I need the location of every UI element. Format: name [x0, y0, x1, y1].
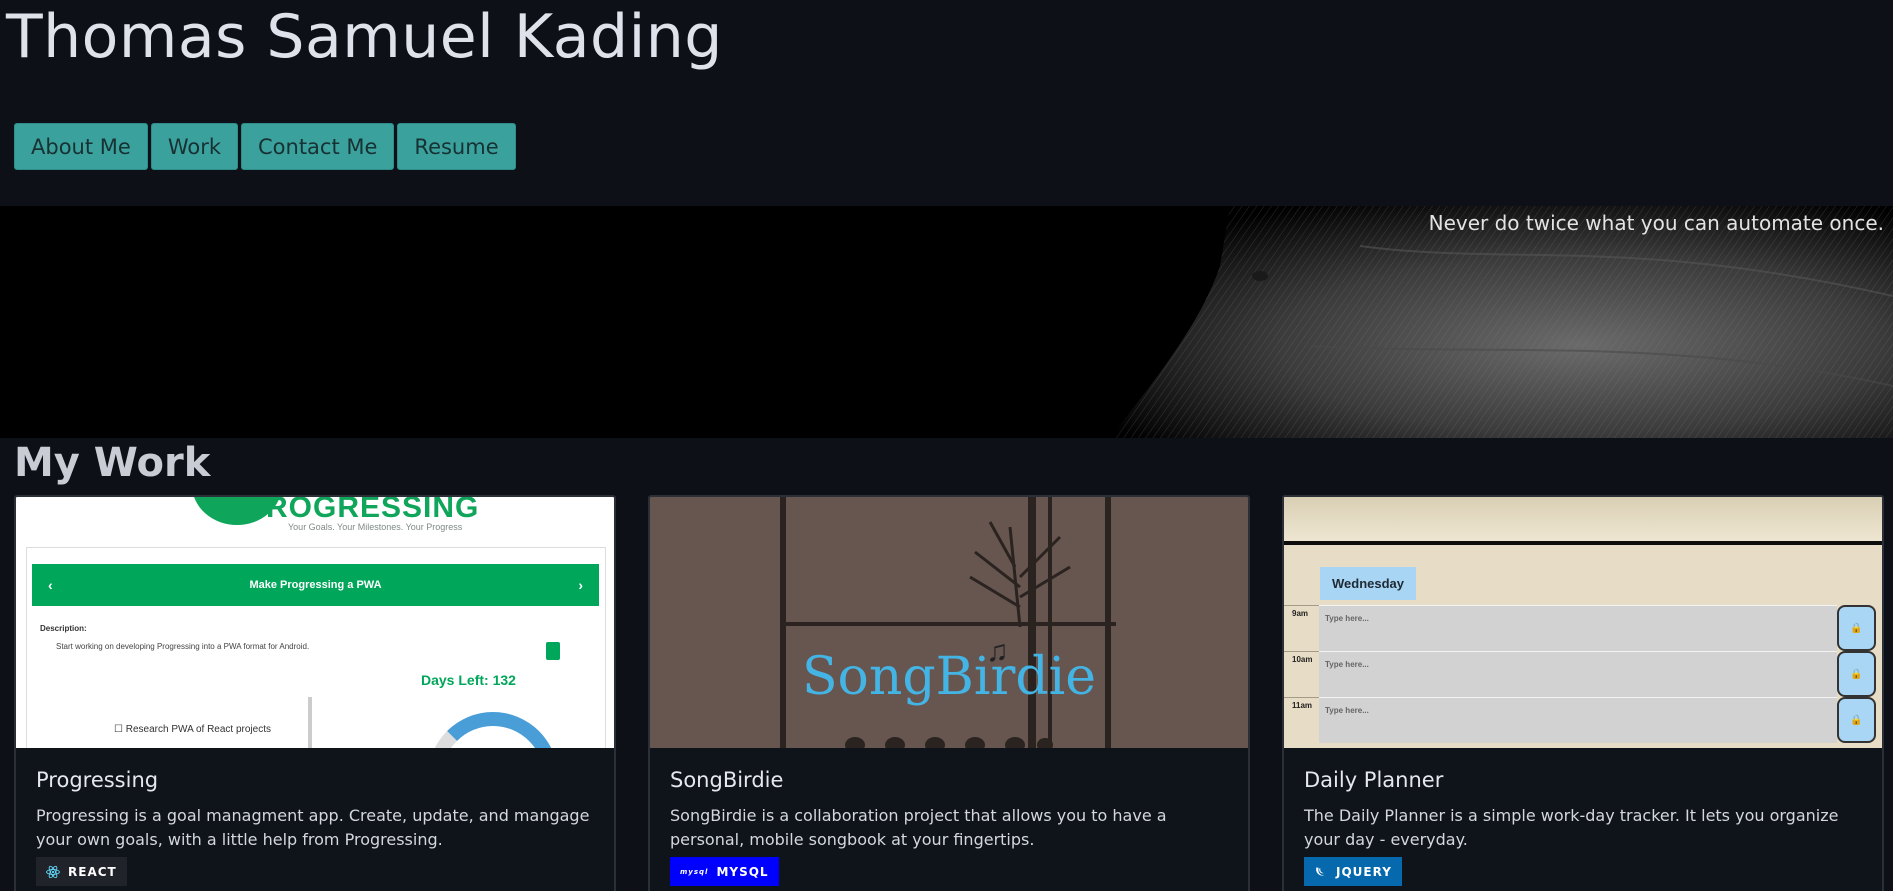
card-description: Progressing is a goal managment app. Cre…: [36, 806, 590, 849]
card-description: SongBirdie is a collaboration project th…: [670, 806, 1167, 849]
lock-icon: 🔒: [1837, 605, 1876, 651]
songbirdie-screenshot: SongBirdie ♫: [650, 497, 1248, 748]
birds-silhouette-graphic: [845, 737, 1053, 748]
mysql-badge-label: MYSQL: [716, 864, 769, 879]
planner-slot: Type here...: [1319, 651, 1837, 697]
planner-hour: 10am: [1284, 651, 1319, 697]
planner-header-strip: [1284, 497, 1882, 545]
progressing-desc-label: Description:: [40, 624, 87, 633]
progressing-screenshot: ROGRESSING Your Goals. Your Milestones. …: [16, 497, 614, 748]
lock-icon: 🔒: [1837, 697, 1876, 743]
card-title: SongBirdie: [670, 768, 784, 792]
planner-slot: Type here...: [1319, 605, 1837, 651]
work-cards: ROGRESSING Your Goals. Your Milestones. …: [14, 495, 1884, 891]
jquery-badge: JQUERY: [1304, 857, 1402, 886]
lock-icon: 🔒: [1837, 651, 1876, 697]
chevron-right-icon: ›: [578, 577, 583, 593]
project-card-daily-planner[interactable]: Wednesday 9am Type here... 🔒 10am Type h…: [1282, 495, 1884, 891]
progressing-goal-title: Make Progressing a PWA: [249, 579, 382, 591]
mysql-icon: mysql: [680, 867, 709, 876]
progressing-logo-subtitle: Your Goals. Your Milestones. Your Progre…: [288, 522, 463, 532]
progressing-logo-text: ROGRESSING: [266, 497, 480, 524]
planner-hour: 11am: [1284, 697, 1319, 743]
planner-slot: Type here...: [1319, 697, 1837, 743]
project-card-songbirdie[interactable]: SongBirdie ♫ SongBirdie SongBirdie is a …: [648, 495, 1250, 891]
planner-row: 9am Type here... 🔒: [1284, 605, 1882, 651]
main-nav: About Me Work Contact Me Resume: [14, 123, 516, 170]
progressing-goal-bar: ‹ Make Progressing a PWA ›: [32, 564, 599, 606]
card-title: Daily Planner: [1304, 768, 1444, 792]
planner-hour: 9am: [1284, 605, 1319, 651]
progressing-checkbox-label: Research PWA of React projects: [125, 724, 271, 735]
react-badge: REACT: [36, 857, 127, 886]
planner-day-label: Wednesday: [1320, 567, 1417, 600]
hero-banner: Never do twice what you can automate onc…: [0, 206, 1893, 438]
planner-row: 11am Type here... 🔒: [1284, 697, 1882, 743]
site-title: Thomas Samuel Kading: [6, 2, 723, 72]
progressing-checkbox-item: ☐ Research PWA of React projects: [114, 724, 271, 735]
my-work-heading: My Work: [14, 440, 211, 486]
mysql-badge: mysql MYSQL: [670, 857, 779, 886]
jquery-icon: [1316, 866, 1325, 876]
react-icon: [46, 865, 60, 878]
nav-work-button[interactable]: Work: [150, 123, 238, 170]
daily-planner-screenshot: Wednesday 9am Type here... 🔒 10am Type h…: [1284, 497, 1882, 748]
nav-contact-me-button[interactable]: Contact Me: [241, 123, 395, 170]
palm-leaf-graphic: [969, 521, 1071, 627]
react-badge-label: REACT: [68, 864, 117, 879]
nav-resume-button[interactable]: Resume: [397, 123, 516, 170]
progressing-scrollbar: [308, 697, 312, 748]
songbirdie-logo: SongBirdie: [801, 647, 1097, 707]
card-title: Progressing: [36, 768, 159, 792]
progressing-days-left: Days Left: 132: [421, 672, 516, 688]
chevron-left-icon: ‹: [48, 577, 53, 593]
wolf-banner-image: [1110, 206, 1893, 438]
jquery-badge-label: JQUERY: [1336, 864, 1392, 879]
progressing-desc-text: Start working on developing Progressing …: [56, 642, 310, 651]
trash-icon: [546, 642, 560, 660]
planner-row: 10am Type here... 🔒: [1284, 651, 1882, 697]
nav-about-me-button[interactable]: About Me: [14, 123, 148, 170]
music-note-icon: ♫: [986, 635, 1009, 668]
banner-tagline: Never do twice what you can automate onc…: [1428, 211, 1884, 235]
card-description: The Daily Planner is a simple work-day t…: [1304, 806, 1839, 849]
project-card-progressing[interactable]: ROGRESSING Your Goals. Your Milestones. …: [14, 495, 616, 891]
